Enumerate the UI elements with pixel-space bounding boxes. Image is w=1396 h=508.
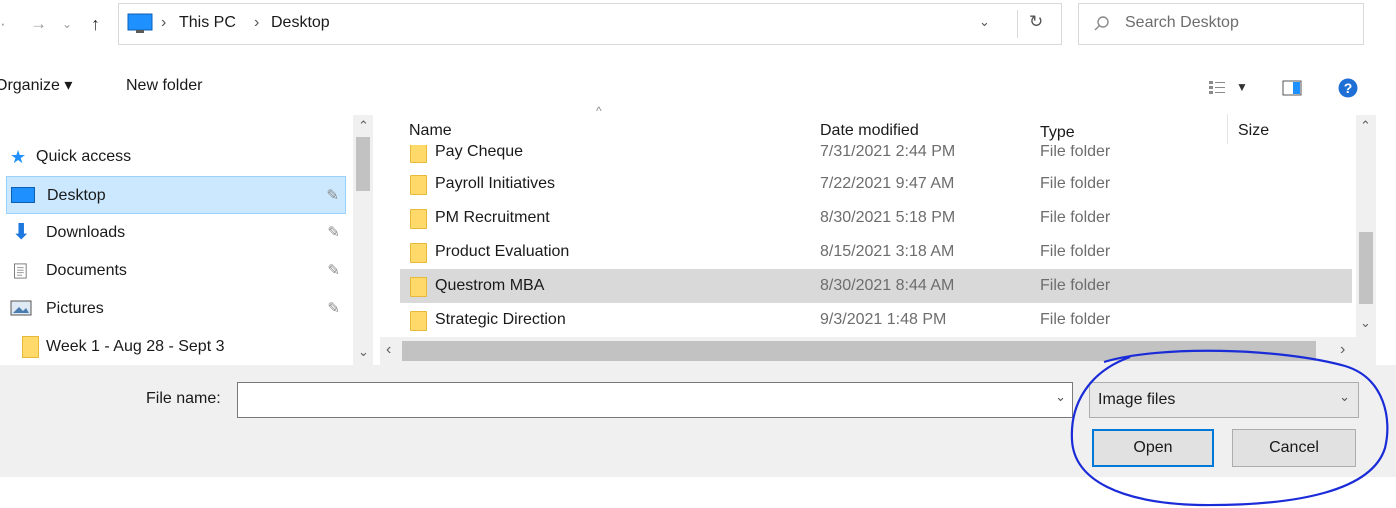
file-name: PM Recruitment [435, 209, 550, 226]
view-options-icon[interactable] [1208, 80, 1226, 96]
file-type: File folder [1040, 243, 1111, 260]
scroll-down-icon[interactable]: ⌄ [1360, 316, 1371, 330]
file-date: 8/30/2021 8:44 AM [820, 277, 955, 294]
preview-pane-icon[interactable] [1282, 80, 1302, 96]
table-row[interactable]: Strategic Direction 9/3/2021 1:48 PM Fil… [400, 303, 1352, 337]
table-row[interactable]: PM Recruitment 8/30/2021 5:18 PM File fo… [400, 201, 1352, 235]
open-button[interactable]: Open [1092, 429, 1214, 467]
table-row[interactable]: Product Evaluation 8/15/2021 3:18 AM Fil… [400, 235, 1352, 269]
file-name: Payroll Initiatives [435, 175, 556, 192]
file-type-select[interactable]: Image files ⌄ [1089, 382, 1359, 418]
file-date: 8/15/2021 3:18 AM [820, 243, 955, 260]
file-name-dropdown-icon[interactable]: ⌄ [1055, 389, 1066, 405]
file-type: File folder [1040, 277, 1111, 294]
breadcrumb-this-pc[interactable]: This PC [179, 14, 236, 32]
folder-icon [410, 145, 427, 163]
file-list-scrollbar-thumb[interactable] [1359, 232, 1373, 304]
search-box[interactable]: Search Desktop [1078, 3, 1364, 45]
file-date: 9/3/2021 1:48 PM [820, 311, 947, 328]
address-dropdown-icon[interactable]: ⌄ [979, 14, 990, 30]
table-row[interactable]: Pay Cheque 7/31/2021 2:44 PM File folder [400, 145, 1352, 169]
organize-menu[interactable]: Organize ▾ [0, 76, 72, 96]
file-type: File folder [1040, 209, 1111, 226]
table-row-selected[interactable]: Questrom MBA 8/30/2021 8:44 AM File fold… [400, 269, 1352, 303]
help-icon[interactable]: ? [1338, 78, 1358, 98]
column-header-name[interactable]: Name [409, 121, 452, 141]
file-date: 7/22/2021 9:47 AM [820, 175, 955, 192]
file-type: File folder [1040, 145, 1111, 160]
file-name: Pay Cheque [435, 145, 524, 160]
folder-icon [410, 311, 427, 331]
new-folder-button[interactable]: New folder [126, 76, 202, 96]
up-arrow-icon[interactable]: ↑ [91, 12, 100, 36]
file-name-label: File name: [146, 390, 221, 407]
file-name: Questrom MBA [435, 277, 545, 294]
scroll-left-icon[interactable]: ‹ [386, 341, 391, 359]
cancel-button[interactable]: Cancel [1232, 429, 1356, 467]
this-pc-icon [127, 13, 153, 33]
folder-icon [410, 209, 427, 229]
file-type: File folder [1040, 175, 1111, 192]
breadcrumb-desktop[interactable]: Desktop [271, 14, 330, 32]
forward-arrow-icon[interactable]: → [30, 12, 47, 36]
scroll-up-icon[interactable]: ⌃ [1360, 119, 1371, 133]
folder-icon [410, 175, 427, 195]
file-type-dropdown-icon[interactable]: ⌄ [1339, 389, 1350, 405]
file-date: 7/31/2021 2:44 PM [820, 145, 956, 160]
file-name: Strategic Direction [435, 311, 566, 328]
table-row[interactable]: Payroll Initiatives 7/22/2021 9:47 AM Fi… [400, 167, 1352, 201]
scroll-up-icon[interactable]: ⌃ [358, 119, 369, 133]
breadcrumb-separator-icon: › [161, 14, 167, 31]
folder-icon [410, 243, 427, 263]
back-arrow-icon[interactable]: · [0, 12, 6, 36]
file-type-value: Image files [1098, 391, 1176, 408]
folder-icon [410, 277, 427, 297]
file-name: Product Evaluation [435, 243, 570, 260]
address-bar[interactable]: › This PC › Desktop ⌄ ↻ [118, 3, 1062, 45]
search-icon [1094, 16, 1109, 31]
horizontal-scrollbar-thumb[interactable] [402, 341, 1316, 361]
address-divider [1017, 10, 1018, 38]
recent-locations-chevron-icon[interactable]: ⌄ [62, 12, 72, 36]
breadcrumb-separator-icon: › [254, 14, 260, 31]
folder-icon [22, 336, 39, 358]
column-header-date-modified[interactable]: Date modified [820, 121, 919, 141]
column-header-size[interactable]: Size [1238, 121, 1269, 141]
file-list: Pay Cheque 7/31/2021 2:44 PM File folder… [0, 145, 1352, 337]
view-dropdown-icon[interactable]: ▼ [1236, 80, 1248, 94]
scroll-down-icon[interactable]: ⌄ [358, 345, 369, 359]
file-date: 8/30/2021 5:18 PM [820, 209, 956, 226]
file-name-input[interactable]: ⌄ [237, 382, 1073, 418]
refresh-icon[interactable]: ↻ [1029, 12, 1043, 32]
search-placeholder: Search Desktop [1125, 14, 1239, 31]
svg-text:?: ? [1344, 80, 1353, 96]
sort-indicator-icon: ^ [596, 104, 602, 118]
column-header-type[interactable]: Type [1040, 123, 1075, 143]
scroll-right-icon[interactable]: › [1340, 341, 1345, 359]
file-type: File folder [1040, 311, 1111, 328]
column-divider [1227, 114, 1228, 144]
